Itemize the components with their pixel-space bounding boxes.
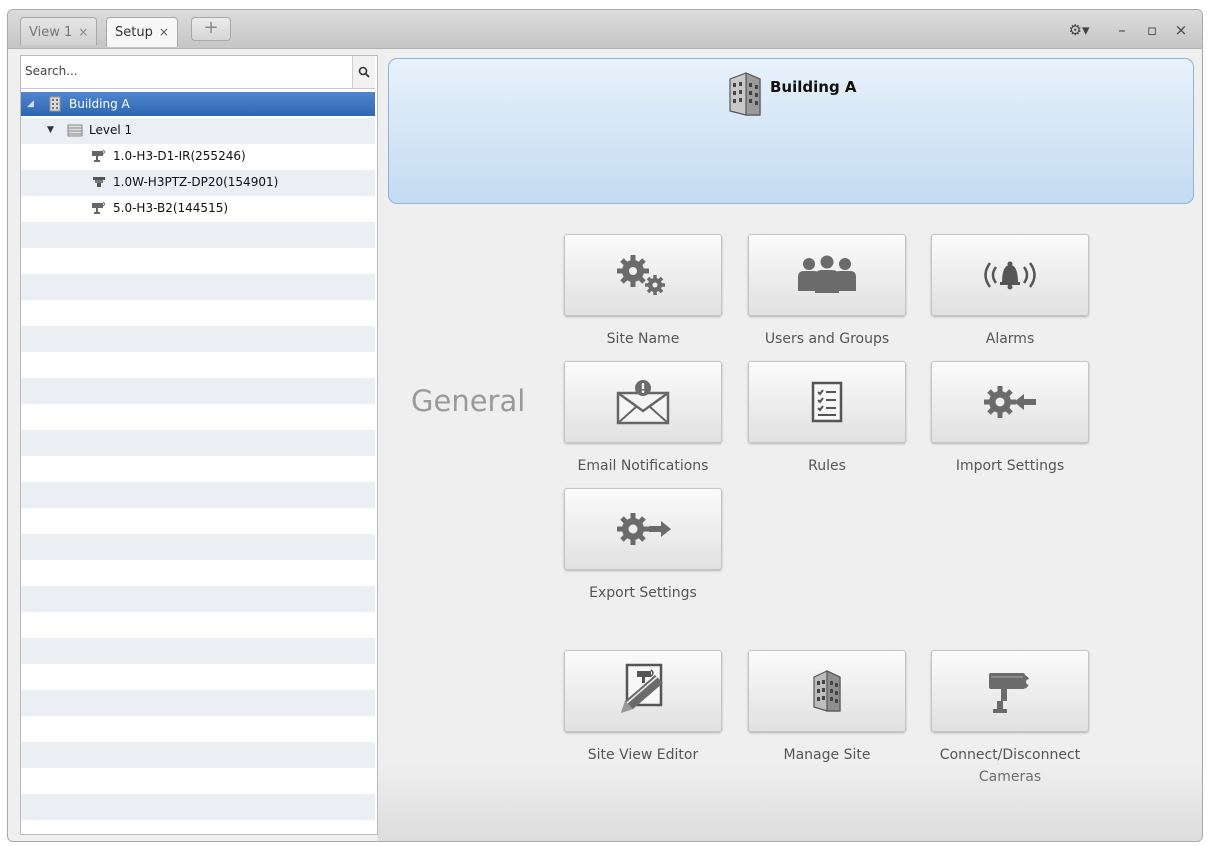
- tab-close-icon[interactable]: ×: [159, 25, 169, 39]
- add-tab-button[interactable]: +: [191, 17, 231, 41]
- gears-icon: [617, 255, 665, 295]
- manage-site-icon: [813, 670, 841, 712]
- import-settings-button[interactable]: [931, 361, 1089, 443]
- tile-label: Alarms: [985, 331, 1035, 347]
- tab-close-icon[interactable]: ×: [78, 25, 88, 39]
- search-icon: [358, 66, 370, 78]
- tree-item-label: Building A: [69, 97, 130, 111]
- section-label-general: General: [411, 384, 526, 418]
- collapse-arrow-icon[interactable]: ▼: [47, 118, 54, 142]
- users-icon: [798, 255, 856, 293]
- tree-item-label: 1.0W-H3PTZ-DP20(154901): [113, 175, 279, 189]
- users-and-groups-button[interactable]: [748, 234, 906, 316]
- ptz-camera-icon: [93, 177, 105, 187]
- site-view-editor-button[interactable]: [564, 650, 722, 732]
- site-tree: ◢ Building A ▼ Level 1 1.0-H3-D1-IR(2552…: [21, 92, 375, 832]
- search-input[interactable]: [25, 60, 335, 82]
- tile-label: Site View Editor: [587, 747, 699, 763]
- tree-item-camera[interactable]: 1.0-H3-D1-IR(255246): [21, 144, 375, 168]
- search-button[interactable]: [352, 56, 375, 88]
- tile-label: Site Name: [606, 331, 680, 347]
- title-bar: View 1 × Setup × + ⚙▾ – ▫ ×: [8, 10, 1202, 49]
- minimize-icon[interactable]: –: [1112, 18, 1132, 42]
- tree-item-label: Level 1: [89, 123, 133, 137]
- tile-label: Export Settings: [589, 585, 697, 601]
- tree-item-building-a[interactable]: ◢ Building A: [21, 92, 375, 116]
- building-icon: [729, 72, 761, 116]
- gear-export-icon: [617, 513, 671, 545]
- tile-label: Manage Site: [783, 747, 871, 763]
- site-view-editor-icon: [621, 663, 663, 713]
- export-settings-button[interactable]: [564, 488, 722, 570]
- tile-label: Import Settings: [955, 458, 1065, 474]
- tree-item-camera[interactable]: 5.0-H3-B2(144515): [21, 196, 375, 220]
- site-name-button[interactable]: [564, 234, 722, 316]
- tile-label: Connect/Disconnect Cameras: [939, 747, 1081, 785]
- rules-button[interactable]: [748, 361, 906, 443]
- camera-connect-icon: [989, 673, 1032, 713]
- building-icon: [49, 96, 61, 112]
- search-bar: [21, 56, 375, 89]
- collapse-arrow-icon[interactable]: ◢: [27, 92, 34, 116]
- settings-menu-icon[interactable]: ⚙▾: [1064, 18, 1094, 42]
- email-notifications-button[interactable]: [564, 361, 722, 443]
- tile-label: Email Notifications: [577, 458, 709, 474]
- gear-import-icon: [984, 386, 1036, 418]
- tab-setup[interactable]: Setup ×: [106, 17, 178, 47]
- alarm-bell-icon: [984, 261, 1036, 290]
- tab-label: View 1: [29, 25, 73, 40]
- tile-label: Rules: [808, 458, 846, 474]
- alarms-button[interactable]: [931, 234, 1089, 316]
- camera-icon: [92, 149, 105, 162]
- tree-item-camera[interactable]: 1.0W-H3PTZ-DP20(154901): [21, 170, 375, 194]
- tree-item-label: 1.0-H3-D1-IR(255246): [113, 149, 246, 163]
- checklist-icon: [811, 381, 843, 423]
- tab-view-1[interactable]: View 1 ×: [20, 17, 98, 45]
- app-window: View 1 × Setup × + ⚙▾ – ▫ × ◢ Building A: [7, 9, 1203, 842]
- site-tree-panel: ◢ Building A ▼ Level 1 1.0-H3-D1-IR(2552…: [20, 55, 378, 835]
- close-icon[interactable]: ×: [1171, 18, 1191, 42]
- maximize-icon[interactable]: ▫: [1142, 18, 1162, 42]
- site-title: Building A: [770, 78, 857, 96]
- tile-label: Users and Groups: [764, 331, 890, 347]
- tree-item-label: 5.0-H3-B2(144515): [113, 201, 229, 215]
- email-icon: [616, 380, 670, 425]
- camera-icon: [92, 201, 105, 214]
- tab-label: Setup: [115, 25, 153, 40]
- site-header: Building A: [388, 58, 1194, 204]
- manage-site-button[interactable]: [748, 650, 906, 732]
- tree-item-level-1[interactable]: ▼ Level 1: [21, 118, 375, 142]
- level-icon: [67, 124, 83, 137]
- connect-disconnect-cameras-button[interactable]: [931, 650, 1089, 732]
